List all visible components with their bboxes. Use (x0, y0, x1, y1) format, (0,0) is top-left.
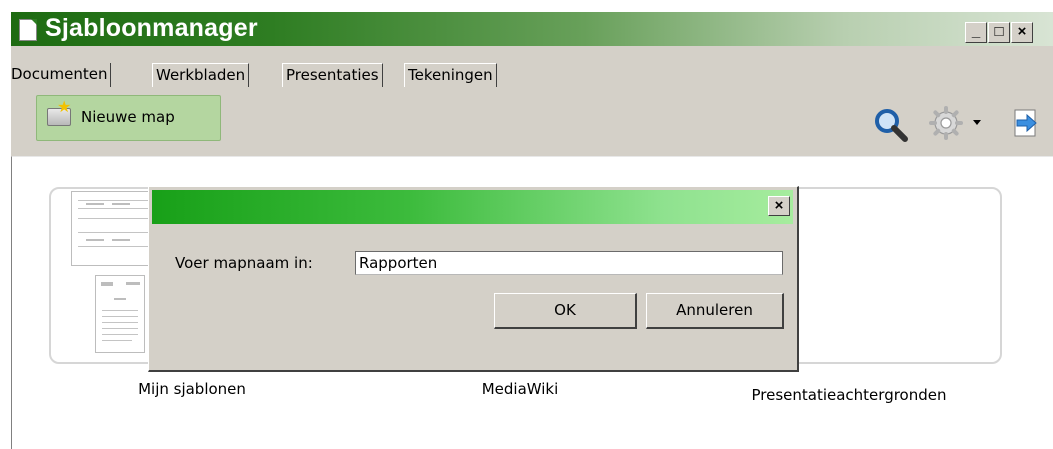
folder-label-mijn-sjablonen[interactable]: Mijn sjablonen (72, 378, 312, 400)
tab-presentaties[interactable]: Presentaties (282, 63, 383, 87)
tab-documenten[interactable]: Documenten (11, 63, 112, 87)
dialog-close-button[interactable]: × (768, 196, 790, 216)
close-icon: × (1017, 23, 1027, 40)
new-folder-label: Nieuwe map (81, 108, 175, 126)
folder-name-input[interactable] (355, 251, 783, 275)
chevron-down-icon[interactable] (973, 120, 981, 125)
ok-button[interactable]: OK (494, 293, 637, 329)
toolbar: ★ Nieuwe map (11, 92, 1053, 156)
document-icon (19, 19, 37, 41)
maximize-button[interactable]: □ (988, 22, 1010, 43)
folder-label-presentatieachtergronden[interactable]: Presentatieachtergronden (724, 378, 974, 412)
tab-tekeningen[interactable]: Tekeningen (404, 63, 497, 87)
settings-icon[interactable] (929, 106, 963, 140)
template-thumbnail[interactable] (95, 275, 145, 353)
import-icon[interactable] (1011, 108, 1041, 138)
template-area: Mijn sjablonen MediaWiki Presentatieacht… (11, 156, 1053, 449)
star-icon: ★ (57, 97, 72, 116)
dialog-title-bar[interactable]: × (152, 190, 793, 224)
folder-label-mediawiki[interactable]: MediaWiki (400, 378, 640, 400)
close-icon: × (774, 197, 784, 214)
window-title: Sjabloonmanager (45, 14, 258, 42)
template-manager-window: Sjabloonmanager _ □ × Documenten Werkbla… (10, 12, 1053, 449)
tab-werkbladen[interactable]: Werkbladen (152, 63, 250, 87)
search-icon[interactable] (873, 107, 909, 143)
minimize-button[interactable]: _ (965, 22, 987, 43)
close-button[interactable]: × (1011, 22, 1033, 43)
category-tabs: Documenten Werkbladen Presentaties Teken… (11, 63, 1053, 89)
new-folder-dialog: × Voer mapnaam in: OK Annuleren (148, 186, 799, 372)
maximize-icon: □ (994, 23, 1004, 40)
title-bar[interactable]: Sjabloonmanager _ □ × (11, 12, 1053, 46)
folder-name-label: Voer mapnaam in: (175, 254, 313, 272)
cancel-button[interactable]: Annuleren (646, 293, 784, 329)
new-folder-button[interactable]: ★ Nieuwe map (36, 95, 221, 141)
